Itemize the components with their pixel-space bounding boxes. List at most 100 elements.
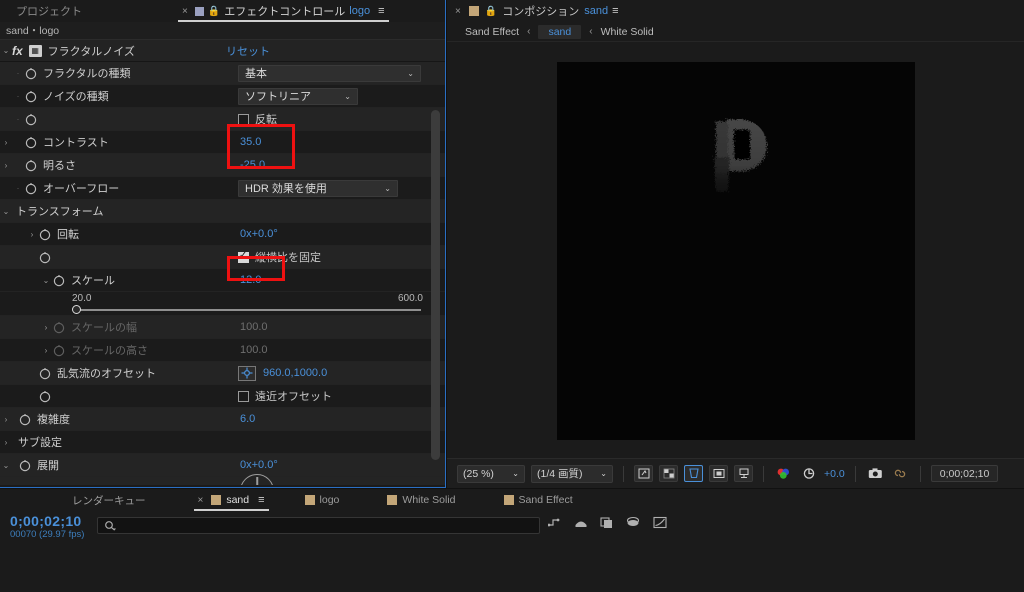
comp-timecode-field[interactable]: 0;00;02;10 [930, 465, 999, 482]
stopwatch-icon[interactable] [38, 250, 52, 264]
fractal-type-dropdown[interactable]: 基本 ⌄ [238, 64, 421, 82]
close-icon[interactable]: × [198, 495, 204, 506]
chevron-down-icon[interactable]: ⌄ [40, 276, 52, 285]
noise-type-dropdown[interactable]: ソフトリニア ⌄ [238, 87, 358, 105]
composition-canvas[interactable] [556, 62, 915, 440]
chevron-right-icon[interactable]: › [0, 438, 12, 447]
upper-workspace: プロジェクト × 🔒 エフェクトコントロール logo ≡ sand・logo … [0, 0, 1024, 488]
chevron-right-icon[interactable]: › [0, 415, 12, 424]
evolution-value[interactable]: 0x+0.0° [240, 454, 278, 476]
graph-editor-icon[interactable] [653, 516, 667, 532]
chevron-right-icon[interactable]: › [0, 138, 12, 147]
stopwatch-icon[interactable] [52, 273, 66, 287]
chevron-right-icon[interactable]: › [0, 161, 12, 170]
region-of-interest-icon[interactable] [634, 465, 653, 482]
effect-name: フラクタルノイズ [47, 45, 135, 58]
close-icon[interactable]: × [182, 6, 188, 17]
snapshot-camera-icon[interactable] [866, 465, 885, 482]
close-icon[interactable]: × [455, 6, 461, 17]
composition-tabbar: × 🔒 コンポジション sand ≡ [447, 0, 1024, 22]
effect-header-fractal-noise[interactable]: ⌄ fx ▦ フラクタルノイズ リセット [0, 40, 445, 62]
stopwatch-icon[interactable] [38, 366, 52, 380]
composition-viewer[interactable] [447, 46, 1024, 456]
perspective-offset-checkbox[interactable] [238, 390, 249, 402]
property-group-sub-settings[interactable]: › サブ設定 [0, 431, 445, 454]
tab-effect-controls[interactable]: × 🔒 エフェクトコントロール logo ≡ [176, 0, 391, 22]
invert-checkbox[interactable] [238, 113, 249, 125]
panel-menu-icon[interactable]: ≡ [258, 494, 264, 506]
panel-menu-icon[interactable]: ≡ [612, 5, 618, 17]
stopwatch-icon[interactable] [38, 389, 52, 403]
mask-paths-icon[interactable] [709, 465, 728, 482]
breadcrumb-item-1[interactable]: sand [538, 24, 582, 39]
current-time-display[interactable]: 0;00;02;10 [10, 513, 82, 529]
scale-value[interactable]: 12.0 [240, 269, 261, 291]
scale-slider-max: 600.0 [397, 293, 423, 304]
3d-view-icon[interactable] [734, 465, 753, 482]
tab-sand[interactable]: × sand ≡ [186, 489, 277, 511]
resolution-value: (1/4 画質) [537, 468, 583, 480]
shy-layers-icon[interactable] [574, 516, 588, 532]
effect-controls-scrollbar[interactable] [431, 110, 440, 460]
frame-blending-icon[interactable] [600, 516, 614, 532]
scale-slider-track[interactable] [74, 309, 421, 311]
breadcrumb-item-0[interactable]: Sand Effect [465, 26, 519, 38]
graph-editor-shy-icon[interactable] [547, 516, 562, 532]
stopwatch-icon[interactable] [18, 412, 32, 426]
turbulence-offset-value[interactable]: 960.0,1000.0 [263, 367, 327, 379]
complexity-value[interactable]: 6.0 [240, 408, 255, 430]
lock-icon[interactable]: 🔒 [485, 6, 497, 17]
stopwatch-icon[interactable] [18, 458, 32, 472]
tab-project[interactable]: プロジェクト [6, 3, 92, 19]
tab-effect-controls-label: エフェクトコントロール [224, 6, 346, 18]
contrast-value[interactable]: 35.0 [240, 131, 261, 153]
chevron-down-icon[interactable]: ⌄ [0, 207, 12, 216]
timeline-header: 0;00;02;10 00070 (29.97 fps) [0, 511, 1024, 541]
fx-icon: fx [12, 43, 23, 58]
channel-rgb-icon[interactable] [774, 465, 793, 482]
panel-menu-icon[interactable]: ≡ [378, 5, 384, 17]
chevron-down-icon[interactable]: ⌄ [0, 46, 12, 55]
noise-type-value: ソフトリニア [245, 91, 311, 103]
uniform-scaling-checkbox[interactable] [238, 250, 249, 263]
stopwatch-icon[interactable] [24, 158, 38, 172]
exposure-icon[interactable] [799, 465, 818, 482]
reset-link[interactable]: リセット [226, 43, 270, 59]
lock-icon[interactable]: 🔒 [208, 6, 220, 17]
motion-blur-icon[interactable] [626, 516, 641, 532]
scale-slider-handle[interactable] [72, 305, 81, 314]
tab-sand-effect[interactable]: Sand Effect [492, 489, 585, 511]
property-row-scale-height: › スケールの高さ 100.0 [0, 339, 445, 362]
stopwatch-icon[interactable] [24, 135, 38, 149]
rotation-value[interactable]: 0x+0.0° [240, 223, 278, 245]
chevron-down-icon[interactable]: ⌄ [0, 461, 12, 470]
tab-logo[interactable]: logo [293, 489, 352, 511]
stopwatch-icon[interactable] [24, 181, 38, 195]
transparency-grid-icon[interactable] [659, 465, 678, 482]
overflow-value: HDR 効果を使用 [245, 183, 327, 195]
property-label: 回転 [57, 229, 79, 241]
crosshair-icon[interactable] [238, 365, 256, 381]
show-snapshot-icon[interactable] [891, 465, 910, 482]
zoom-level-dropdown[interactable]: (25 %) ⌄ [457, 464, 525, 483]
stopwatch-icon[interactable] [24, 66, 38, 80]
property-group-transform[interactable]: ⌄ トランスフォーム [0, 200, 445, 223]
tab-render-queue[interactable]: レンダーキュー [60, 489, 158, 511]
title-action-safe-icon[interactable] [684, 465, 703, 482]
composition-breadcrumb: Sand Effect ‹ sand ‹ White Solid [447, 22, 1024, 42]
tab-white-solid[interactable]: White Solid [375, 489, 467, 511]
resolution-dropdown[interactable]: (1/4 画質) ⌄ [531, 464, 613, 483]
chevron-right-icon[interactable]: › [40, 346, 52, 355]
breadcrumb-item-2[interactable]: White Solid [601, 26, 654, 38]
stopwatch-icon[interactable] [38, 227, 52, 241]
stopwatch-icon[interactable] [24, 89, 38, 103]
chevron-right-icon[interactable]: › [40, 323, 52, 332]
brightness-value[interactable]: -25.0 [240, 154, 265, 176]
after-effects-window: プロジェクト × 🔒 エフェクトコントロール logo ≡ sand・logo … [0, 0, 1024, 592]
exposure-value[interactable]: +0.0 [824, 468, 845, 480]
timeline-search-field[interactable] [97, 517, 540, 534]
stopwatch-icon[interactable] [24, 112, 38, 126]
chevron-left-icon: ‹ [527, 26, 531, 37]
chevron-right-icon[interactable]: › [26, 230, 38, 239]
overflow-dropdown[interactable]: HDR 効果を使用 ⌄ [238, 179, 398, 197]
